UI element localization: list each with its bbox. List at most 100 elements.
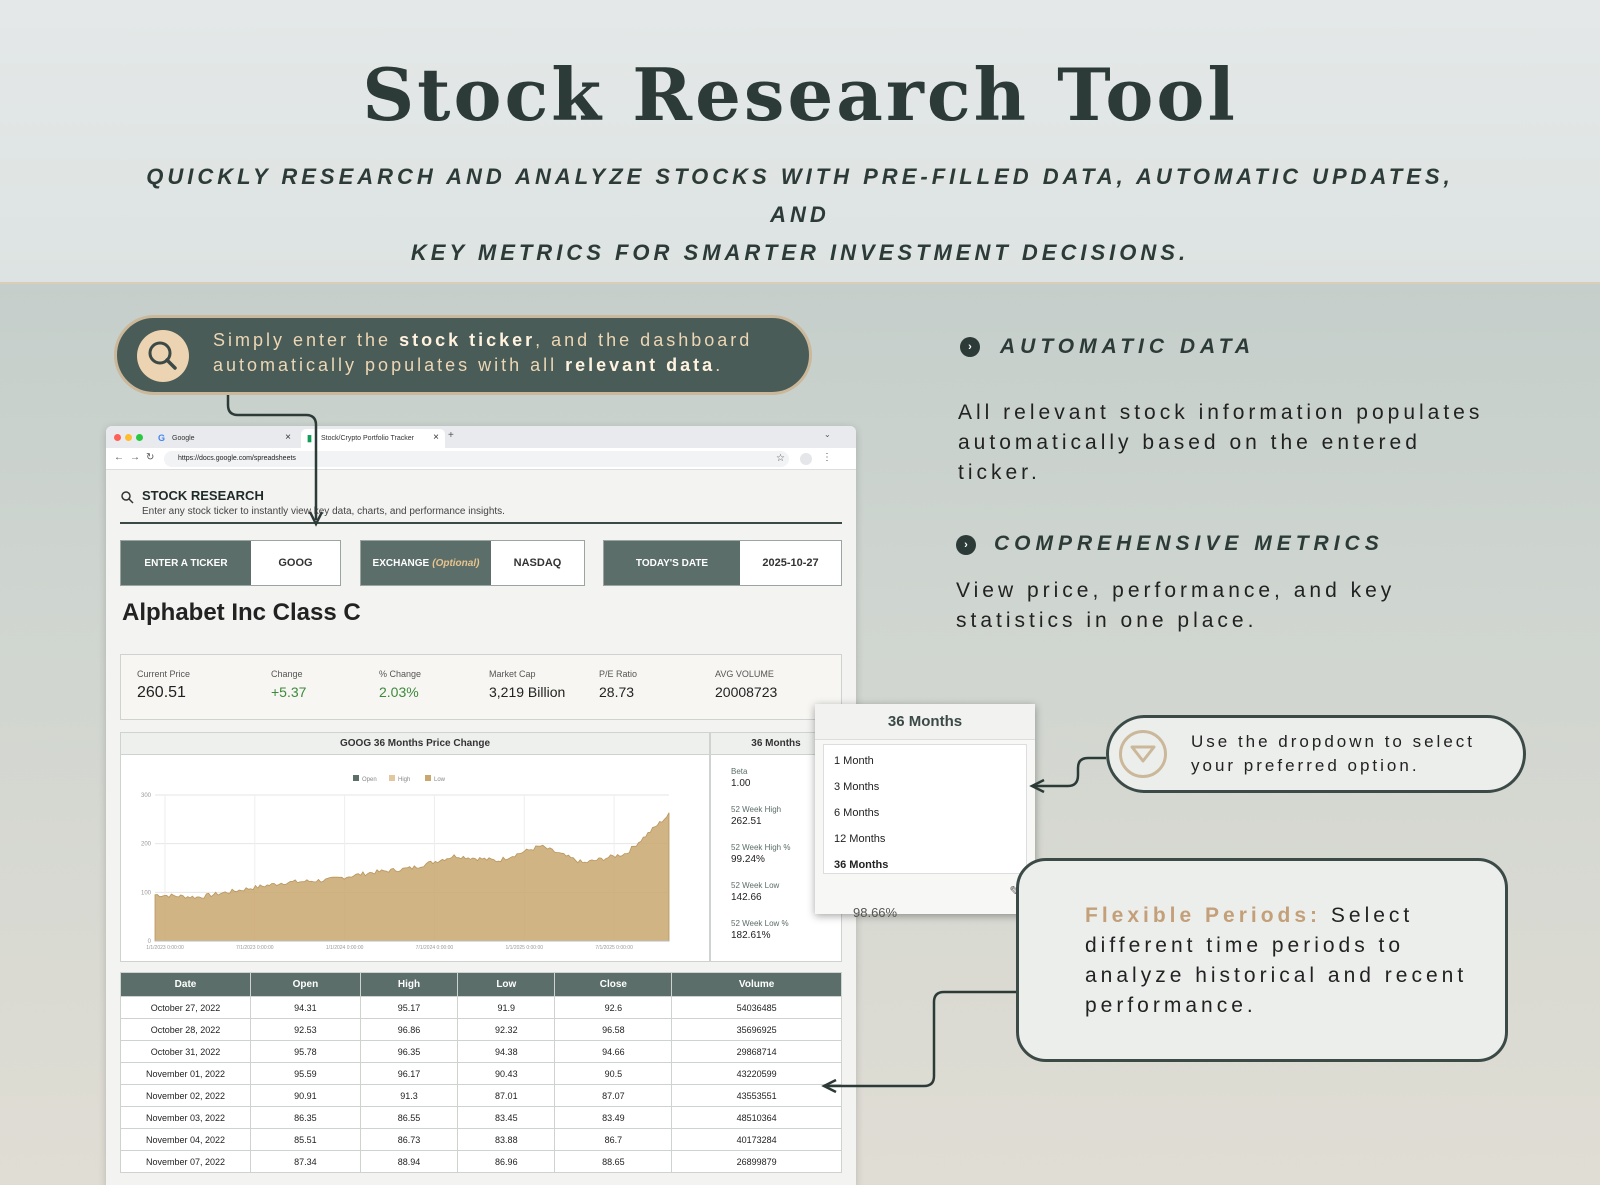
reload-icon[interactable]: ↻ [146, 452, 154, 463]
browser-tab-bar: G Google × ▮ Stock/Crypto Portfolio Trac… [106, 426, 856, 448]
y-tick-label: 200 [141, 842, 152, 848]
stat-market-cap: Market Cap 3,219 Billion [489, 669, 566, 700]
price-chart-panel: GOOG 36 Months Price Change Open High Low 0… [120, 732, 710, 962]
column-header-date: Date [120, 972, 251, 997]
ticker-input[interactable]: GOOG [251, 541, 340, 585]
page-subtitle: QUICKLY RESEARCH AND ANALYZE STOCKS WITH… [120, 158, 1480, 272]
browser-tab-google[interactable]: G Google × [152, 429, 297, 448]
exchange-input[interactable]: NASDAQ [491, 541, 584, 585]
column-header-low: Low [457, 972, 556, 997]
table-row: November 07, 2022 87.34 88.94 86.96 88.65 268… [120, 1150, 842, 1173]
table-cell: 94.38 [457, 1040, 556, 1063]
feature-comp-body: View price, performance, and key statist… [956, 579, 1396, 632]
connector-dropdown [1034, 756, 1106, 788]
forward-icon[interactable]: → [130, 452, 140, 463]
close-window-dot[interactable] [114, 434, 121, 441]
date-value: 2025-10-27 [762, 557, 819, 569]
stat-pct-change: % Change 2.03% [379, 669, 422, 700]
periods-callout: Flexible Periods: Select different time … [1016, 858, 1508, 1062]
table-cell: October 31, 2022 [120, 1040, 251, 1063]
legend-label: Open [362, 777, 377, 783]
tab-label: Stock/Crypto Portfolio Tracker [321, 435, 414, 442]
obscured-value: 98.66% [853, 905, 898, 920]
browser-window: G Google × ▮ Stock/Crypto Portfolio Trac… [106, 426, 856, 1185]
table-row: November 02, 2022 90.91 91.3 87.01 87.07 4355… [120, 1084, 842, 1107]
table-cell: 86.73 [359, 1128, 459, 1151]
table-cell: 40173284 [671, 1128, 842, 1151]
avatar[interactable] [800, 453, 812, 465]
option-12-months[interactable]: 12 Months [834, 833, 885, 845]
subtitle-line-2: KEY METRICS FOR SMARTER INVESTMENT DECIS… [410, 240, 1190, 265]
option-3-months[interactable]: 3 Months [834, 781, 879, 793]
y-tick-label: 100 [141, 890, 152, 896]
back-icon[interactable]: ← [114, 452, 124, 463]
more-menu-icon[interactable]: ⋮ [822, 452, 832, 463]
price-chart: Open High Low01002003001/1/2023 0:00:00 7/1… [141, 775, 670, 951]
exchange-label: EXCHANGE (Optional) [361, 541, 491, 585]
option-6-months[interactable]: 6 Months [834, 807, 879, 819]
dropdown-triangle-icon [1119, 730, 1167, 778]
table-cell: 92.6 [554, 996, 673, 1019]
hero-banner: Stock Research Tool QUICKLY RESEARCH AND… [0, 0, 1600, 284]
stat-avg-volume: AVG VOLUME 20008723 [715, 669, 778, 700]
dropdown-selected-value[interactable]: 36 Months [815, 704, 1035, 740]
close-tab-icon[interactable]: × [285, 432, 291, 443]
feature-comp-title: COMPREHENSIVE METRICS [994, 532, 1384, 555]
close-tab-icon[interactable]: × [433, 432, 439, 443]
table-cell: November 01, 2022 [120, 1062, 251, 1085]
table-row: November 04, 2022 85.51 86.73 83.88 86.7 4017… [120, 1128, 842, 1151]
column-header-open: Open [250, 972, 361, 997]
table-cell: 96.35 [359, 1040, 459, 1063]
table-cell: November 04, 2022 [120, 1128, 251, 1151]
x-tick-label: 7/1/2025 0:00:00 [595, 945, 633, 951]
sheets-icon: ▮ [307, 433, 312, 443]
table-row: November 03, 2022 86.35 86.55 83.45 83.49 485… [120, 1106, 842, 1129]
table-cell: 96.58 [554, 1018, 673, 1041]
browser-tab-tracker[interactable]: ▮ Stock/Crypto Portfolio Tracker × [301, 429, 445, 448]
search-icon [137, 330, 189, 382]
table-cell: 94.66 [554, 1040, 673, 1063]
date-label: TODAY'S DATE [604, 541, 740, 585]
x-tick-label: 7/1/2023 0:00:00 [236, 945, 274, 951]
price-area-series [154, 812, 670, 942]
ticker-control: ENTER A TICKER GOOG [120, 540, 341, 586]
table-cell: 96.86 [359, 1018, 459, 1041]
star-icon[interactable]: ☆ [776, 453, 785, 464]
table-cell: 54036485 [671, 996, 842, 1019]
table-cell: 87.01 [457, 1084, 556, 1107]
dropdown-callout: Use the dropdown to select your preferre… [1106, 715, 1526, 793]
feature-auto-title: AUTOMATIC DATA [1000, 335, 1256, 358]
x-tick-label: 1/1/2025 0:00:00 [505, 945, 543, 951]
table-cell: October 28, 2022 [120, 1018, 251, 1041]
stat-change: Change +5.37 [271, 669, 307, 700]
chevron-right-icon: › [960, 337, 980, 357]
table-cell: October 27, 2022 [120, 996, 251, 1019]
table-cell: 83.88 [457, 1128, 556, 1151]
option-1-month[interactable]: 1 Month [834, 755, 874, 767]
url-input[interactable]: https://docs.google.com/spreadsheets [164, 451, 789, 467]
column-header-high: High [359, 972, 459, 997]
table-cell: November 07, 2022 [120, 1150, 251, 1173]
column-header-close: Close [554, 972, 673, 997]
table-cell: 29868714 [671, 1040, 842, 1063]
date-control: TODAY'S DATE 2025-10-27 [603, 540, 842, 586]
new-tab-button[interactable]: + [448, 430, 454, 441]
quote-summary: Current Price 260.51 Change +5.37 % Change… [120, 654, 842, 720]
chevron-down-icon[interactable]: ⌄ [824, 430, 831, 439]
x-tick-label: 1/1/2024 0:00:00 [326, 945, 364, 951]
minimize-window-dot[interactable] [125, 434, 132, 441]
table-row: November 01, 2022 95.59 96.17 90.43 90.5 4322… [120, 1062, 842, 1085]
option-36-months[interactable]: 36 Months [834, 859, 888, 871]
x-tick-label: 7/1/2024 0:00:00 [416, 945, 454, 951]
maximize-window-dot[interactable] [136, 434, 143, 441]
table-cell: 35696925 [671, 1018, 842, 1041]
table-cell: 95.78 [250, 1040, 361, 1063]
research-description: Enter any stock ticker to instantly view… [142, 506, 505, 517]
table-cell: 43220599 [671, 1062, 842, 1085]
table-cell: 92.53 [250, 1018, 361, 1041]
address-bar: ← → ↻ https://docs.google.com/spreadshee… [106, 448, 856, 470]
table-cell: 86.35 [250, 1106, 361, 1129]
period-dropdown[interactable]: 36 Months 1 Month 3 Months 6 Months 12 M… [815, 704, 1035, 920]
page-title: Stock Research Tool [362, 52, 1238, 137]
table-cell: 87.07 [554, 1084, 673, 1107]
